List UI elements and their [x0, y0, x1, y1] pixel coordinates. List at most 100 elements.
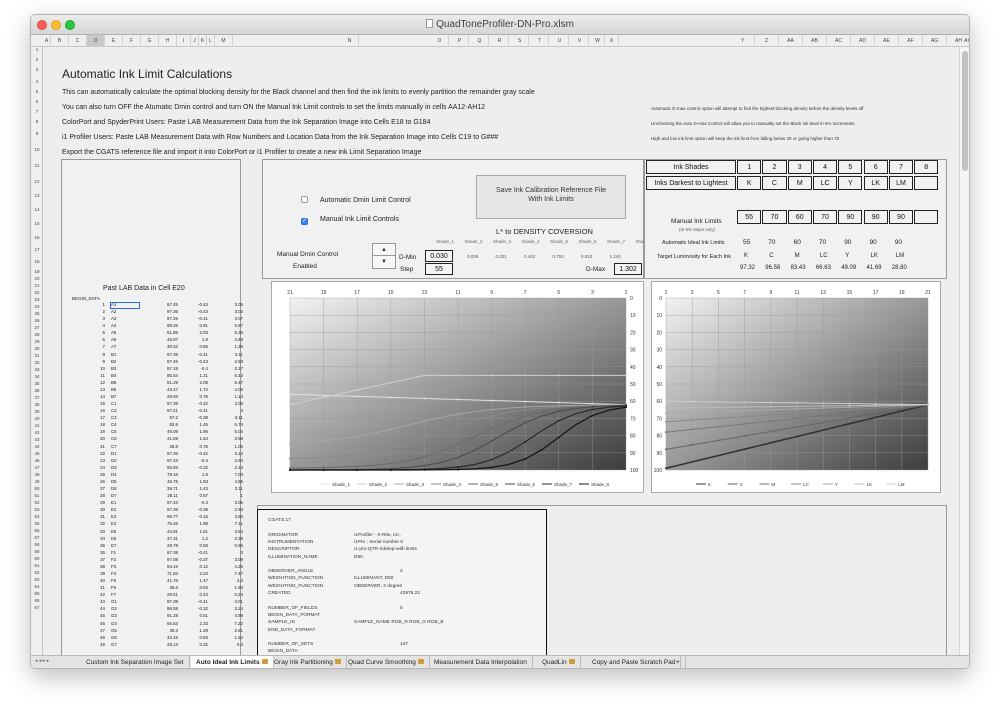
column-header-c[interactable]: C	[69, 35, 87, 47]
column-header-f[interactable]: F	[123, 35, 141, 47]
lab-row[interactable]: 15 C1 97.39 -0.42 3.08	[63, 401, 248, 408]
row-header-50[interactable]: 50	[31, 486, 42, 491]
sheet-tab[interactable]: Gray Ink Partitioning	[269, 656, 347, 668]
column-header-ag[interactable]: AG	[923, 35, 947, 47]
row-header-1[interactable]: 1	[31, 47, 42, 52]
row-header-66[interactable]: 66	[31, 598, 42, 603]
row-header-59[interactable]: 59	[31, 549, 42, 554]
vertical-scrollbar[interactable]	[959, 47, 969, 655]
lab-row[interactable]: 26 D5 46.75 1.83 4.55	[63, 479, 248, 486]
row-header-61[interactable]: 61	[31, 563, 42, 568]
row-header-57[interactable]: 57	[31, 535, 42, 540]
row-header-67[interactable]: 67	[31, 605, 42, 610]
lab-row[interactable]: 49 G7 28.13 0.32 0.3	[63, 642, 248, 649]
column-header-y[interactable]: Y	[731, 35, 755, 47]
auto-dmin-checkbox[interactable]	[301, 196, 308, 203]
lab-data-table[interactable]: 1 A1 97.45 -0.43 3.05 2 A2 97.36 -0.43 3.02 3 A3 97.…	[63, 302, 248, 649]
row-header-49[interactable]: 49	[31, 479, 42, 484]
stepper-down-icon[interactable]: ▼	[373, 256, 395, 268]
step-value[interactable]: 55	[425, 263, 453, 275]
row-header-44[interactable]: 44	[31, 444, 42, 449]
row-header-24[interactable]: 24	[31, 304, 42, 309]
manual-ink-limit-input[interactable]: 70	[812, 210, 838, 224]
tab-nav-arrows[interactable]: ◂ ◂ ▸ ▸	[35, 658, 49, 664]
row-header-19[interactable]: 19	[31, 269, 42, 274]
lab-row[interactable]: 13 B6 43.47 1.72 4.08	[63, 387, 248, 394]
column-header-h[interactable]: H	[159, 35, 177, 47]
lab-row[interactable]: 22 D1 97.36 -0.42 3.12	[63, 451, 248, 458]
lab-row[interactable]: 47 G5 39.3 1.28 2.61	[63, 628, 248, 635]
manual-ink-control[interactable]: Manual Ink Limit Controls	[301, 216, 399, 225]
dmax-value[interactable]: 1.302	[614, 263, 642, 275]
row-header-53[interactable]: 53	[31, 507, 42, 512]
row-header-16[interactable]: 16	[31, 235, 42, 240]
row-header-4[interactable]: 4	[31, 79, 42, 84]
row-header-23[interactable]: 23	[31, 297, 42, 302]
row-header-11[interactable]: 11	[31, 163, 42, 168]
lab-row[interactable]: 20 C6 41.69 1.54 3.58	[63, 436, 248, 443]
lab-row[interactable]: 48 G6 34.15 0.83 1.52	[63, 635, 248, 642]
column-header-aa[interactable]: AA	[779, 35, 803, 47]
column-header-t[interactable]: T	[531, 35, 549, 47]
row-header-17[interactable]: 17	[31, 247, 42, 252]
lab-row[interactable]: 27 D6 39.71 1.43 3.11	[63, 486, 248, 493]
manual-ink-limit-input[interactable]: 60	[787, 210, 812, 224]
row-header-26[interactable]: 26	[31, 318, 42, 323]
column-header-d[interactable]: D	[87, 35, 105, 47]
lab-row[interactable]: 5 A5 51.85 2.03 5.35	[63, 330, 248, 337]
row-header-20[interactable]: 20	[31, 276, 42, 281]
row-header-28[interactable]: 28	[31, 332, 42, 337]
column-header-o[interactable]: O	[431, 35, 449, 47]
sheet-tab[interactable]: QuadLin	[537, 656, 581, 668]
column-header-ad[interactable]: AD	[851, 35, 875, 47]
row-header-6[interactable]: 6	[31, 99, 42, 104]
lab-row[interactable]: 6 A6 45.97 1.8 4.49	[63, 337, 248, 344]
row-header-56[interactable]: 56	[31, 528, 42, 533]
lab-row[interactable]: 46 G4 66.63 2.33 7.22	[63, 621, 248, 628]
sheet-tab[interactable]: Measurement Data Interpolation	[429, 656, 533, 668]
row-header-47[interactable]: 47	[31, 465, 42, 470]
row-header-38[interactable]: 38	[31, 402, 42, 407]
lab-row[interactable]: 43 G1 97.39 -0.41 3.01	[63, 599, 248, 606]
sheet-tab[interactable]: Quad Curve Smoothing	[343, 656, 430, 668]
column-header-ac[interactable]: AC	[827, 35, 851, 47]
column-header-j[interactable]: J	[191, 35, 199, 47]
row-header-64[interactable]: 64	[31, 584, 42, 589]
row-header-65[interactable]: 65	[31, 591, 42, 596]
row-header-42[interactable]: 42	[31, 430, 42, 435]
row-header-46[interactable]: 46	[31, 458, 42, 463]
row-header-33[interactable]: 33	[31, 367, 42, 372]
row-header-21[interactable]: 21	[31, 283, 42, 288]
lab-row[interactable]: 34 E6 37.31 1.2 2.39	[63, 536, 248, 543]
row-header-58[interactable]: 58	[31, 542, 42, 547]
row-header-8[interactable]: 8	[31, 119, 42, 124]
lab-row[interactable]: 44 G2 96.58 -0.32 3.24	[63, 606, 248, 613]
row-header-25[interactable]: 25	[31, 311, 42, 316]
lab-row[interactable]: 21 C7 28.8 0.76 1.05	[63, 444, 248, 451]
column-header-w[interactable]: W	[591, 35, 605, 47]
auto-dmin-control[interactable]: Automatic Dmin Limit Control	[301, 196, 411, 204]
column-header-af[interactable]: AF	[899, 35, 923, 47]
lab-row[interactable]: 29 E1 97.43 -0.4 3.05	[63, 500, 248, 507]
column-header-v[interactable]: V	[571, 35, 589, 47]
row-header-43[interactable]: 43	[31, 437, 42, 442]
lab-row[interactable]: 1 A1 97.45 -0.43 3.05	[63, 302, 248, 309]
column-header-i[interactable]: I	[177, 35, 191, 47]
column-header-e[interactable]: E	[105, 35, 123, 47]
row-header-27[interactable]: 27	[31, 325, 42, 330]
lab-row[interactable]: 35 E7 28.79 0.58 0.66	[63, 543, 248, 550]
row-header-41[interactable]: 41	[31, 423, 42, 428]
sheet-tab[interactable]: Copy and Paste Scratch Pad	[587, 656, 682, 668]
lab-row[interactable]: 24 D3 96.93 -0.32 3.13	[63, 465, 248, 472]
lab-row[interactable]: 18 C4 82.8 1.45 6.74	[63, 422, 248, 429]
sheet-tab[interactable]: Custom Ink Separation Image Set	[81, 656, 190, 668]
column-header-a[interactable]: A	[43, 35, 51, 47]
lab-row[interactable]: 30 E2 97.38 -0.39 2.93	[63, 507, 248, 514]
manual-ink-limit-input[interactable]: 90	[863, 210, 888, 224]
row-header-52[interactable]: 52	[31, 500, 42, 505]
row-header-29[interactable]: 29	[31, 339, 42, 344]
row-header-63[interactable]: 63	[31, 577, 42, 582]
stepper-up-icon[interactable]: ▲	[373, 244, 395, 256]
lab-row[interactable]: 31 E3 95.77 -0.16 3.56	[63, 514, 248, 521]
manual-ink-limit-input[interactable]: 70	[762, 210, 787, 224]
